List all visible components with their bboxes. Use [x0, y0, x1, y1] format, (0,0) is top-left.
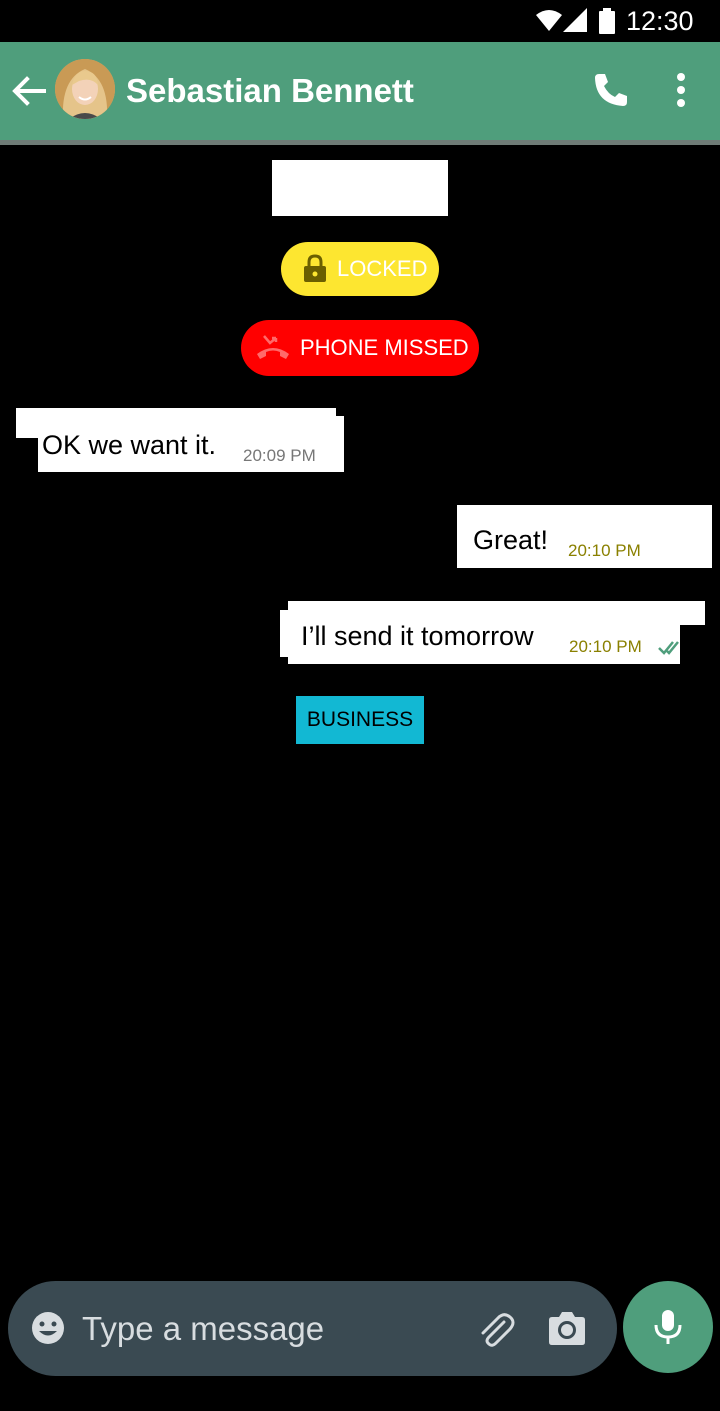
message-input[interactable] — [82, 1307, 462, 1351]
message-text: I’ll send it tomorrow — [301, 621, 534, 651]
locked-badge: LOCKED — [281, 242, 439, 296]
mic-button[interactable] — [623, 1281, 713, 1373]
more-vert-icon[interactable] — [664, 69, 698, 111]
lock-icon — [304, 254, 326, 282]
message-bubble-outgoing[interactable]: I’ll send it tomorrow 20:10 PM — [288, 601, 680, 664]
phone-icon[interactable] — [590, 69, 632, 111]
camera-icon[interactable] — [546, 1308, 588, 1350]
signal-icon — [563, 8, 587, 32]
date-chip — [272, 160, 448, 216]
message-bubble-incoming[interactable]: OK we want it. 20:09 PM — [38, 416, 344, 472]
emoji-icon[interactable] — [30, 1310, 66, 1346]
message-text: OK we want it. — [42, 430, 217, 460]
message-time: 20:09 PM — [243, 446, 316, 465]
locked-label: LOCKED — [337, 256, 428, 281]
header-divider — [0, 140, 720, 145]
status-time: 12:30 — [626, 6, 694, 36]
message-time: 20:10 PM — [569, 637, 642, 656]
message-time: 20:10 PM — [568, 541, 641, 560]
double-check-icon — [658, 641, 679, 655]
attach-icon[interactable] — [474, 1308, 518, 1352]
wifi-icon — [536, 10, 562, 31]
avatar[interactable] — [55, 59, 115, 119]
missed-call-badge: PHONE MISSED — [241, 320, 479, 376]
missed-call-icon — [257, 335, 289, 359]
back-arrow-icon[interactable] — [8, 71, 48, 111]
message-composer — [8, 1281, 617, 1376]
contact-name[interactable]: Sebastian Bennett — [126, 71, 414, 111]
battery-icon — [599, 8, 615, 34]
message-bubble-outgoing[interactable]: Great! 20:10 PM — [457, 505, 712, 568]
chat-header: Sebastian Bennett — [0, 42, 720, 140]
business-label: BUSINESS — [296, 696, 424, 744]
message-text: Great! — [473, 525, 549, 555]
mic-icon — [654, 1310, 682, 1344]
missed-call-label: PHONE MISSED — [300, 335, 469, 360]
status-bar: 12:30 — [0, 0, 720, 42]
